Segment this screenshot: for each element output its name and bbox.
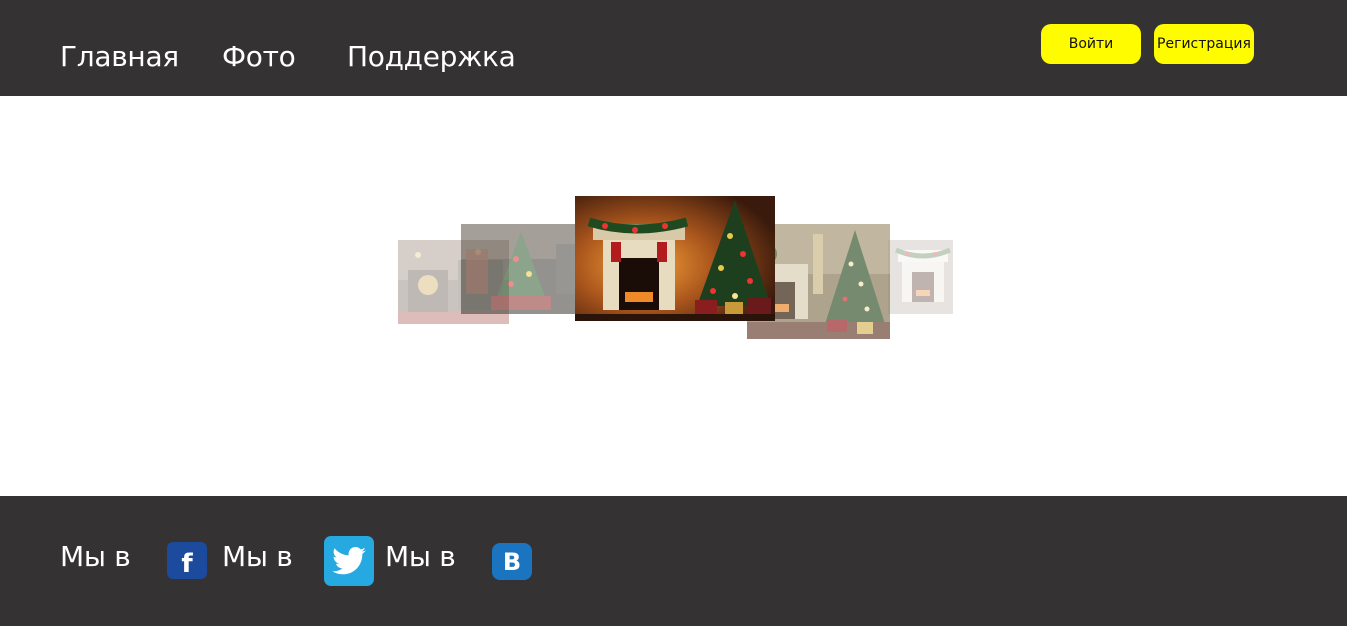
nav-home-link[interactable]: Главная <box>60 40 179 74</box>
christmas-tree-room-photo <box>461 224 591 314</box>
nav-photo-link[interactable]: Фото <box>222 40 296 74</box>
facebook-icon: f <box>181 548 193 579</box>
vk-icon: B <box>502 547 522 576</box>
carousel-slide-far-right[interactable] <box>888 240 953 314</box>
site-footer: Мы в f Мы в Мы в B <box>0 496 1347 626</box>
site-header: Главная Фото Поддержка Войти Регистрация <box>0 0 1347 96</box>
footer-label-vk: Мы в <box>385 540 456 573</box>
facebook-link[interactable]: f <box>167 542 207 579</box>
twitter-icon <box>332 547 366 575</box>
twitter-link[interactable] <box>324 536 374 586</box>
vk-link[interactable]: B <box>492 543 532 580</box>
photo-carousel <box>0 96 1347 496</box>
nav-support-link[interactable]: Поддержка <box>347 40 516 74</box>
register-button[interactable]: Регистрация <box>1154 24 1254 64</box>
footer-label-twitter: Мы в <box>222 540 293 573</box>
white-fireplace-photo <box>888 240 953 314</box>
footer-label-facebook: Мы в <box>60 540 131 573</box>
carousel-slide-left[interactable] <box>461 224 591 314</box>
fireplace-christmas-tree-photo <box>575 196 775 321</box>
carousel-slide-center[interactable] <box>575 196 775 321</box>
login-button[interactable]: Войти <box>1041 24 1141 64</box>
